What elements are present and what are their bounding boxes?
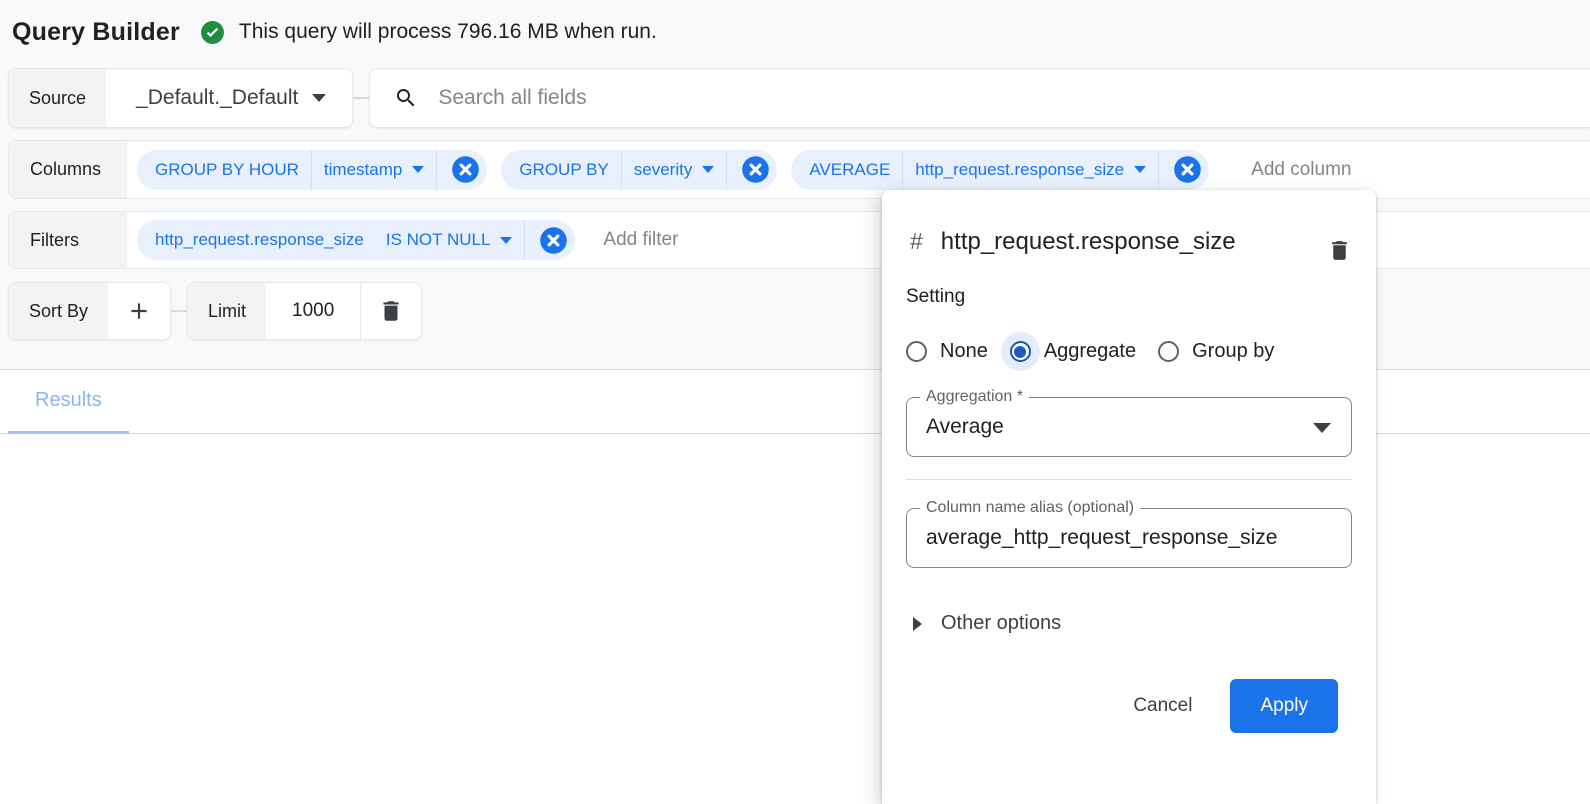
chip-divider xyxy=(1158,150,1159,190)
alias-label: Column name alias (optional) xyxy=(920,499,1140,517)
setting-heading: Setting xyxy=(906,286,1352,308)
trash-icon xyxy=(1327,238,1352,263)
dialog-divider xyxy=(906,479,1352,480)
chip-field-name: http_request.response_size xyxy=(915,160,1124,180)
chip-divider xyxy=(621,150,622,190)
filter-field-name: http_request.response_size xyxy=(155,230,364,250)
chevron-down-icon xyxy=(412,166,424,173)
source-selector[interactable]: _Default._Default xyxy=(106,69,352,127)
trash-icon xyxy=(378,298,404,324)
search-field[interactable]: Search all fields xyxy=(369,68,1590,128)
chip-field-name: timestamp xyxy=(324,160,402,180)
radio-group-by[interactable] xyxy=(1158,341,1179,362)
search-icon xyxy=(394,86,418,110)
page-title: Query Builder xyxy=(12,18,180,47)
other-options-expander[interactable]: Other options xyxy=(906,612,1352,635)
column-settings-dialog: # http_request.response_size Setting Non… xyxy=(882,190,1376,804)
chevron-down-icon xyxy=(1134,166,1146,173)
sort-by-group: Sort By xyxy=(8,282,171,340)
connector-line xyxy=(353,97,369,99)
limit-value-field[interactable]: 1000 xyxy=(266,283,360,339)
sort-limit-row: Sort By Limit 1000 xyxy=(8,282,422,340)
check-circle-icon xyxy=(200,20,225,45)
chip-field-name: severity xyxy=(634,160,693,180)
search-placeholder: Search all fields xyxy=(438,86,586,110)
add-column-placeholder[interactable]: Add column xyxy=(1251,159,1351,181)
chip-field-dropdown[interactable]: severity xyxy=(634,160,715,180)
add-filter-placeholder[interactable]: Add filter xyxy=(603,229,678,251)
dialog-footer: Cancel Apply xyxy=(906,679,1352,733)
chip-prefix: AVERAGE xyxy=(809,160,890,180)
cancel-icon xyxy=(741,155,770,184)
chip-prefix: GROUP BY HOUR xyxy=(155,160,299,180)
remove-filter-button[interactable] xyxy=(539,226,568,255)
dialog-title: http_request.response_size xyxy=(941,220,1293,264)
dialog-header: # http_request.response_size xyxy=(906,220,1352,264)
chevron-down-icon xyxy=(312,94,326,102)
sort-by-label: Sort By xyxy=(9,283,108,339)
column-chip-timestamp[interactable]: GROUP BY HOUR timestamp xyxy=(137,150,487,190)
alias-value: average_http_request_response_size xyxy=(907,509,1351,566)
source-row: Source _Default._Default Search all fiel… xyxy=(8,68,1590,128)
source-label: Source xyxy=(9,69,106,127)
chip-prefix: GROUP BY xyxy=(519,160,608,180)
cancel-icon xyxy=(539,226,568,255)
delete-column-button[interactable] xyxy=(1327,238,1352,263)
delete-limit-button[interactable] xyxy=(360,283,421,339)
chevron-down-icon xyxy=(702,166,714,173)
column-chip-severity[interactable]: GROUP BY severity xyxy=(501,150,777,190)
radio-aggregate[interactable] xyxy=(1010,341,1031,362)
query-process-status: This query will process 796.16 MB when r… xyxy=(239,20,657,44)
cancel-icon xyxy=(1173,155,1202,184)
chevron-down-icon xyxy=(1313,423,1331,433)
filter-chip-response-size[interactable]: http_request.response_size IS NOT NULL xyxy=(137,220,575,260)
expand-arrow-icon xyxy=(913,617,922,631)
limit-group: Limit 1000 xyxy=(187,282,422,340)
radio-none[interactable] xyxy=(906,341,927,362)
aggregation-select[interactable]: Aggregation * Average xyxy=(906,397,1352,457)
chip-divider xyxy=(311,150,312,190)
column-chip-response-size[interactable]: AVERAGE http_request.response_size xyxy=(791,150,1209,190)
columns-label: Columns xyxy=(9,141,127,198)
connector-line xyxy=(171,310,187,312)
cancel-button[interactable]: Cancel xyxy=(1133,695,1192,717)
remove-column-button[interactable] xyxy=(451,155,480,184)
chip-field-dropdown[interactable]: timestamp xyxy=(324,160,424,180)
header: Query Builder This query will process 79… xyxy=(12,0,657,64)
query-builder-page: Query Builder This query will process 79… xyxy=(0,0,1590,804)
filter-dropdown[interactable]: http_request.response_size IS NOT NULL xyxy=(155,230,512,250)
filter-operator: IS NOT NULL xyxy=(386,230,491,250)
source-value: _Default._Default xyxy=(136,86,298,110)
aggregation-label: Aggregation * xyxy=(920,388,1029,406)
radio-aggregate-label[interactable]: Aggregate xyxy=(1044,340,1136,363)
chevron-down-icon xyxy=(500,237,512,244)
aggregation-value: Average xyxy=(907,398,1351,455)
apply-button[interactable]: Apply xyxy=(1230,679,1338,733)
cancel-icon xyxy=(451,155,480,184)
source-group: Source _Default._Default xyxy=(8,68,353,128)
chip-divider xyxy=(436,150,437,190)
chip-divider xyxy=(902,150,903,190)
tab-results[interactable]: Results xyxy=(8,370,129,434)
setting-radio-group: None Aggregate Group by xyxy=(906,340,1352,363)
filters-label: Filters xyxy=(9,212,127,268)
alias-input[interactable]: Column name alias (optional) average_htt… xyxy=(906,508,1352,568)
add-sort-button[interactable] xyxy=(108,283,170,339)
remove-column-button[interactable] xyxy=(741,155,770,184)
chip-divider xyxy=(726,150,727,190)
other-options-label: Other options xyxy=(941,612,1061,635)
limit-label: Limit xyxy=(188,283,266,339)
radio-group-by-label[interactable]: Group by xyxy=(1192,340,1274,363)
chip-divider xyxy=(524,220,525,260)
numeric-type-icon: # xyxy=(910,228,923,255)
radio-none-label[interactable]: None xyxy=(940,340,988,363)
remove-column-button[interactable] xyxy=(1173,155,1202,184)
chip-field-dropdown[interactable]: http_request.response_size xyxy=(915,160,1146,180)
plus-icon xyxy=(126,298,152,324)
